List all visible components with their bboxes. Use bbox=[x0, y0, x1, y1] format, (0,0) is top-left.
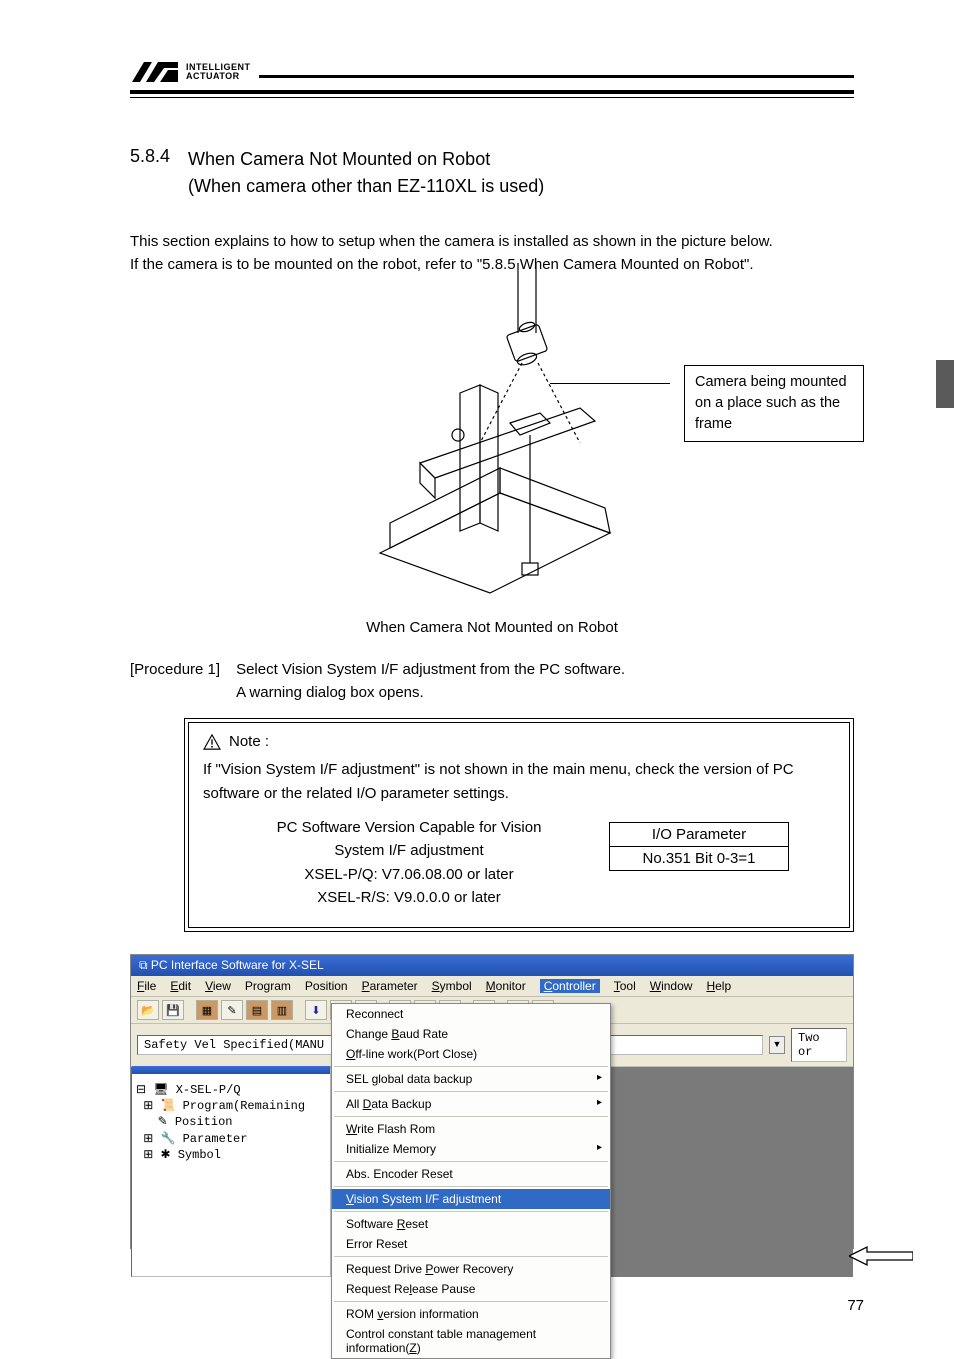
tree-header-bar bbox=[132, 1066, 330, 1074]
menu-item[interactable]: Symbol bbox=[432, 979, 472, 993]
context-menu-item[interactable]: All Data Backup bbox=[332, 1094, 610, 1114]
software-screenshot: ⧉ PC Interface Software for X-SEL File Ed… bbox=[130, 954, 854, 1249]
menu-item[interactable]: File bbox=[137, 979, 156, 993]
menu-separator bbox=[334, 1301, 608, 1302]
menu-item[interactable]: View bbox=[205, 979, 231, 993]
procedure-line1: Select Vision System I/F adjustment from… bbox=[236, 658, 625, 681]
toolbar-edit-icon[interactable]: ✎ bbox=[221, 1000, 243, 1020]
note-title-text: Note : bbox=[229, 733, 269, 750]
menu-separator bbox=[334, 1256, 608, 1257]
menu-separator bbox=[334, 1066, 608, 1067]
context-menu-item[interactable]: Off-line work(Port Close) bbox=[332, 1044, 610, 1064]
io-param-header: I/O Parameter bbox=[610, 823, 788, 847]
note-right-column: I/O Parameter No.351 Bit 0-3=1 bbox=[609, 822, 789, 871]
app-icon: ⧉ bbox=[139, 958, 148, 972]
note-left-h2: System I/F adjustment bbox=[249, 839, 569, 862]
context-menu-item[interactable]: SEL global data backup bbox=[332, 1069, 610, 1089]
toolbar-open-icon[interactable]: 📂 bbox=[137, 1000, 159, 1020]
io-param-value: No.351 Bit 0-3=1 bbox=[610, 847, 788, 870]
header-rule-inline bbox=[259, 75, 855, 78]
menu-item[interactable]: Position bbox=[305, 979, 348, 993]
context-menu-item[interactable]: ROM version information bbox=[332, 1304, 610, 1324]
section-title-line2: (When camera other than EZ-110XL is used… bbox=[188, 173, 544, 200]
page-number: 77 bbox=[847, 1297, 864, 1314]
brand-line2: ACTUATOR bbox=[186, 72, 251, 81]
toolbar-btn[interactable]: ▥ bbox=[271, 1000, 293, 1020]
menu-separator bbox=[334, 1116, 608, 1117]
menu-separator bbox=[334, 1211, 608, 1212]
context-menu-item[interactable]: Request Drive Power Recovery bbox=[332, 1259, 610, 1279]
tree-item[interactable]: ⊞ 📜 Program(Remaining bbox=[136, 1098, 326, 1114]
context-menu-item[interactable]: Change Baud Rate bbox=[332, 1024, 610, 1044]
context-menu-item[interactable]: Error Reset bbox=[332, 1234, 610, 1254]
context-menu-item[interactable]: Control constant table management inform… bbox=[332, 1324, 610, 1358]
workspace-canvas: ReconnectChange Baud RateOff-line work(P… bbox=[331, 1067, 853, 1277]
menu-separator bbox=[334, 1186, 608, 1187]
figure-callout: Camera being mounted on a place such as … bbox=[684, 365, 864, 442]
context-menu-item[interactable]: Vision System I/F adjustment bbox=[332, 1189, 610, 1209]
tree-item[interactable]: ⊞ ✱ Symbol bbox=[136, 1147, 326, 1163]
intro-line1: This section explains to how to setup wh… bbox=[130, 230, 854, 253]
tree-item[interactable]: ⊞ 🔧 Parameter bbox=[136, 1131, 326, 1147]
note-left-column: PC Software Version Capable for Vision S… bbox=[249, 816, 569, 909]
note-box: Note : If "Vision System I/F adjustment"… bbox=[184, 718, 854, 932]
toolbar-save-icon[interactable]: 💾 bbox=[162, 1000, 184, 1020]
page-side-tab bbox=[936, 360, 954, 408]
menu-item[interactable]: Parameter bbox=[362, 979, 418, 993]
dropdown-icon[interactable]: ▼ bbox=[769, 1036, 785, 1054]
header-logo-row: INTELLIGENT ACTUATOR bbox=[130, 60, 854, 84]
io-parameter-box: I/O Parameter No.351 Bit 0-3=1 bbox=[609, 822, 789, 871]
note-left-h1: PC Software Version Capable for Vision bbox=[249, 816, 569, 839]
menu-item[interactable]: Edit bbox=[170, 979, 191, 993]
context-menu-item[interactable]: Software Reset bbox=[332, 1214, 610, 1234]
section-number: 5.8.4 bbox=[130, 146, 170, 200]
figure-area: Camera being mounted on a place such as … bbox=[130, 283, 854, 623]
header-rule-thin bbox=[130, 97, 854, 98]
note-body-text: If "Vision System I/F adjustment" is not… bbox=[203, 758, 835, 806]
callout-leader-line bbox=[550, 383, 670, 384]
header-rule-thick bbox=[130, 90, 854, 94]
menu-item[interactable]: Tool bbox=[614, 979, 636, 993]
toolbar-btn[interactable]: ▦ bbox=[196, 1000, 218, 1020]
window-title: PC Interface Software for X-SEL bbox=[151, 958, 324, 972]
context-menu-item[interactable]: Write Flash Rom bbox=[332, 1119, 610, 1139]
procedure-text: Select Vision System I/F adjustment from… bbox=[236, 658, 625, 705]
procedure-block: [Procedure 1] Select Vision System I/F a… bbox=[130, 658, 854, 705]
context-menu-item[interactable]: Initialize Memory bbox=[332, 1139, 610, 1159]
brand-logo-icon bbox=[130, 60, 180, 84]
status-field-right[interactable]: Two or bbox=[791, 1028, 847, 1062]
menu-separator bbox=[334, 1161, 608, 1162]
context-menu-item[interactable]: Abs. Encoder Reset bbox=[332, 1164, 610, 1184]
tree-root[interactable]: ⊟ 🖥 X-SEL-P/Q bbox=[136, 1082, 326, 1098]
menu-item[interactable]: Controller bbox=[540, 979, 600, 993]
note-title-row: Note : bbox=[203, 733, 835, 750]
tree-panel[interactable]: ⊟ 🖥 X-SEL-P/Q ⊞ 📜 Program(Remaining ✎ Po… bbox=[131, 1067, 331, 1277]
context-menu-item[interactable]: Reconnect bbox=[332, 1004, 610, 1024]
window-titlebar: ⧉ PC Interface Software for X-SEL bbox=[131, 955, 853, 976]
toolbar-btn[interactable]: ▤ bbox=[246, 1000, 268, 1020]
procedure-line2: A warning dialog box opens. bbox=[236, 681, 625, 704]
context-menu-item[interactable]: Request Release Pause bbox=[332, 1279, 610, 1299]
toolbar-down-blue-icon[interactable]: ⬇ bbox=[305, 1000, 327, 1020]
section-title: When Camera Not Mounted on Robot (When c… bbox=[188, 146, 544, 200]
menu-item[interactable]: Window bbox=[650, 979, 693, 993]
note-left-l2: XSEL-R/S: V9.0.0.0 or later bbox=[249, 886, 569, 909]
procedure-label: [Procedure 1] bbox=[130, 658, 220, 705]
brand-text: INTELLIGENT ACTUATOR bbox=[186, 63, 251, 81]
menu-bar[interactable]: File Edit View Program Position Parameter Symb… bbox=[131, 976, 853, 997]
menu-item[interactable]: Monitor bbox=[486, 979, 526, 993]
menu-item[interactable]: Help bbox=[706, 979, 731, 993]
menu-separator bbox=[334, 1091, 608, 1092]
warning-icon bbox=[203, 734, 221, 750]
tree-item[interactable]: ✎ Position bbox=[136, 1114, 326, 1130]
menu-item[interactable]: Program bbox=[245, 979, 291, 993]
pointer-arrow-icon bbox=[849, 1245, 913, 1267]
note-left-l1: XSEL-P/Q: V7.06.08.00 or later bbox=[249, 863, 569, 886]
robot-diagram bbox=[350, 263, 710, 613]
section-title-line1: When Camera Not Mounted on Robot bbox=[188, 146, 544, 173]
section-heading: 5.8.4 When Camera Not Mounted on Robot (… bbox=[130, 146, 854, 200]
controller-dropdown-menu[interactable]: ReconnectChange Baud RateOff-line work(P… bbox=[331, 1003, 611, 1359]
